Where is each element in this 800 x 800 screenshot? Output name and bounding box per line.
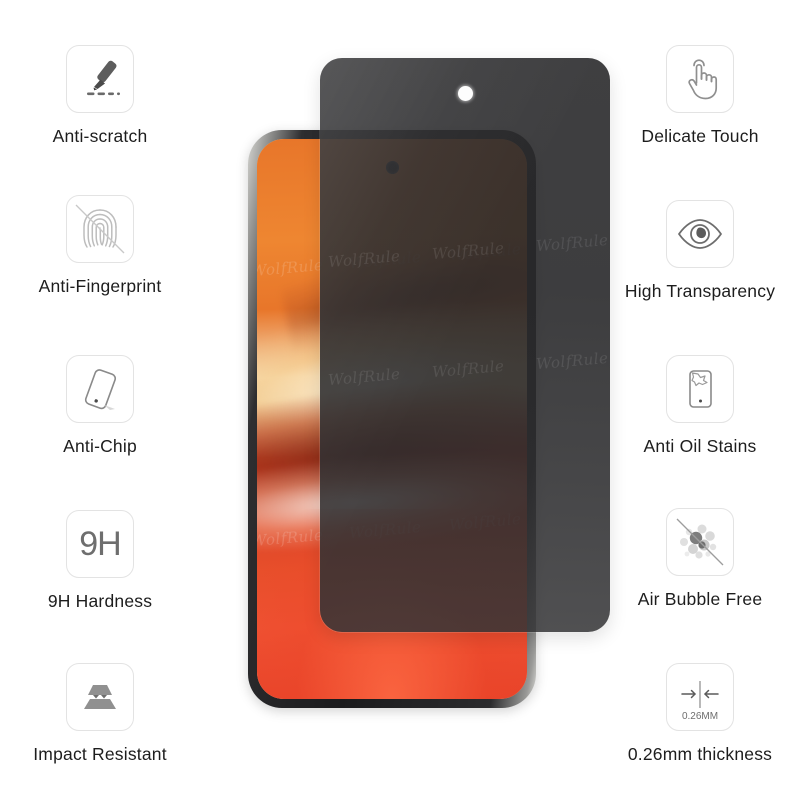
feature-label: High Transparency	[624, 281, 776, 301]
tilted-phone-icon	[66, 355, 134, 423]
feature-column-right: Delicate Touch High Transparency Anti Oi…	[600, 0, 800, 800]
hand-touch-icon	[666, 45, 734, 113]
feature-anti-oil-stains: Anti Oil Stains	[600, 355, 800, 457]
feature-label: 0.26mm thickness	[627, 744, 773, 764]
phone-stain-icon	[666, 355, 734, 423]
feature-label: Impact Resistant	[33, 744, 167, 764]
feature-thickness: 0.26MM 0.26mm thickness	[600, 663, 800, 765]
feature-delicate-touch: Delicate Touch	[600, 45, 800, 147]
layered-shield-icon	[66, 663, 134, 731]
product-feature-image: Anti-scratch Anti-Fingerprint Anti-Chip …	[0, 0, 800, 800]
feature-air-bubble-free: Air Bubble Free	[600, 508, 800, 610]
phone-mockup: WolfRule WolfRule WolfRule WolfRule Wolf…	[248, 58, 610, 710]
feature-label: Delicate Touch	[641, 126, 759, 146]
thickness-arrows-icon: 0.26MM	[666, 663, 734, 731]
hardness-9h-icon: 9H	[66, 510, 134, 578]
feature-column-left: Anti-scratch Anti-Fingerprint Anti-Chip …	[0, 0, 200, 800]
fingerprint-slash-icon	[66, 195, 134, 263]
feature-label: Anti-Chip	[63, 436, 137, 456]
bubbles-slash-icon	[666, 508, 734, 576]
feature-label: Anti Oil Stains	[643, 436, 757, 456]
feature-anti-chip: Anti-Chip	[0, 355, 200, 457]
feature-anti-fingerprint: Anti-Fingerprint	[0, 195, 200, 297]
protector-camera-cutout	[457, 86, 473, 101]
feature-high-transparency: High Transparency	[600, 200, 800, 302]
feature-label: Air Bubble Free	[637, 589, 763, 609]
privacy-screen-protector: WolfRule WolfRule WolfRule WolfRule Wolf…	[320, 58, 610, 632]
feature-label: Anti-Fingerprint	[38, 276, 162, 296]
feature-label: 9H Hardness	[47, 591, 153, 611]
feature-9h-hardness: 9H 9H Hardness	[0, 510, 200, 612]
hardness-glyph: 9H	[79, 525, 121, 563]
knife-scratch-icon	[66, 45, 134, 113]
feature-label: Anti-scratch	[52, 126, 148, 146]
eye-icon	[666, 200, 734, 268]
feature-impact-resistant: Impact Resistant	[0, 663, 200, 765]
protector-sheen	[320, 58, 610, 632]
feature-anti-scratch: Anti-scratch	[0, 45, 200, 147]
thickness-glyph: 0.26MM	[681, 711, 719, 722]
